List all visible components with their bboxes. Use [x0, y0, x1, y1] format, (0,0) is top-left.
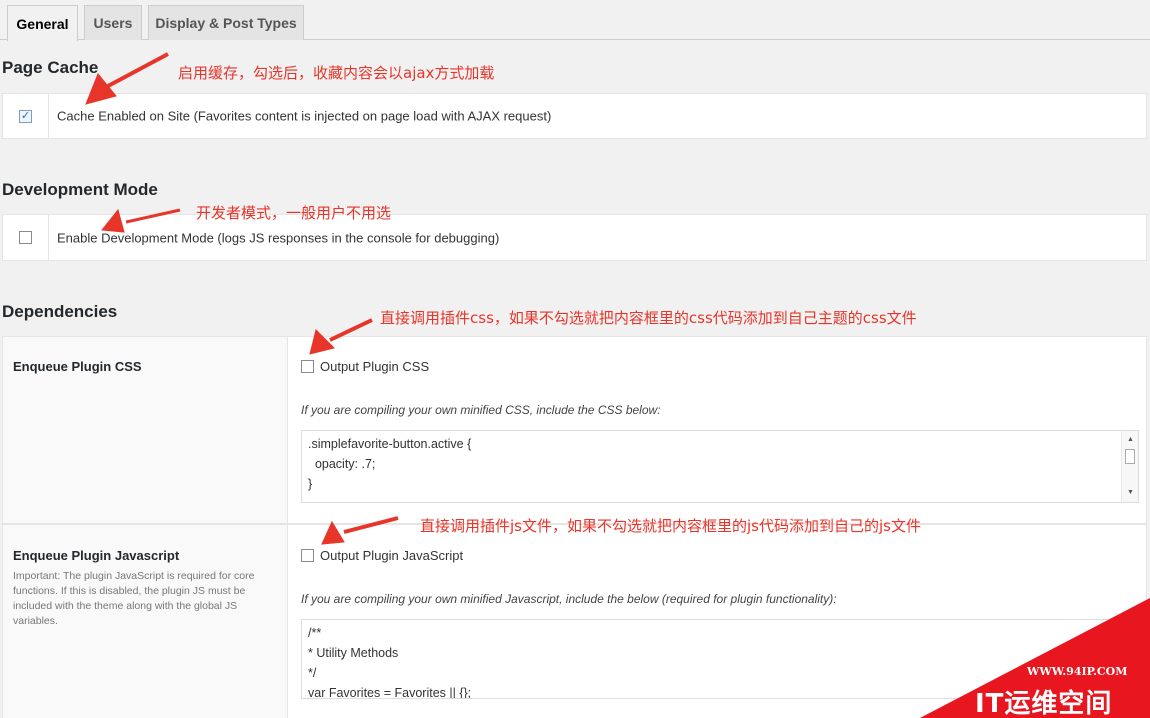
code-line: * Utility Methods: [308, 646, 399, 660]
code-line: .simplefavorite-button.active {: [308, 437, 472, 451]
js-hint: If you are compiling your own minified J…: [301, 592, 837, 606]
output-css-label: Output Plugin CSS: [320, 359, 430, 374]
scroll-thumb[interactable]: [1125, 449, 1135, 464]
dependencies-heading: Dependencies: [2, 302, 118, 321]
arrow-line: [107, 52, 169, 88]
css-dependency-title: Enqueue Plugin CSS: [13, 359, 142, 374]
page-cache-checkbox-cell: ✓: [3, 94, 49, 138]
output-js-checkbox[interactable]: [301, 549, 314, 562]
scroll-down-icon[interactable]: ▼: [1122, 486, 1138, 500]
css-annotation: 直接调用插件css，如果不勾选就把内容框里的css代码添加到自己主题的css文件: [380, 309, 917, 327]
dev-mode-checkbox-cell: [3, 215, 49, 260]
page-cache-annotation: 启用缓存，勾选后，收藏内容会以ajax方式加载: [178, 64, 495, 82]
output-js-option[interactable]: Output Plugin JavaScript: [301, 548, 463, 563]
css-hint: If you are compiling your own minified C…: [301, 403, 661, 417]
tab-users[interactable]: Users: [84, 5, 142, 40]
js-dependency-label-cell: Enqueue Plugin Javascript Important: The…: [3, 525, 288, 718]
dev-mode-label: Enable Development Mode (logs JS respons…: [57, 230, 500, 245]
dev-mode-heading: Development Mode: [2, 180, 158, 199]
js-dependency-description: Important: The plugin JavaScript is requ…: [13, 570, 255, 627]
code-line: opacity: .7;: [308, 457, 376, 471]
settings-tabs: General Users Display & Post Types: [0, 0, 1150, 41]
tab-general[interactable]: General: [7, 5, 78, 41]
tab-display-post-types[interactable]: Display & Post Types: [148, 5, 304, 40]
page-cache-heading: Page Cache: [2, 58, 99, 77]
output-js-label: Output Plugin JavaScript: [320, 548, 464, 563]
dev-mode-checkbox[interactable]: [19, 231, 32, 244]
code-line: }: [308, 477, 313, 491]
js-annotation: 直接调用插件js文件，如果不勾选就把内容框里的js代码添加到自己的js文件: [420, 517, 921, 535]
css-code-scrollbar[interactable]: ▲ ▼: [1121, 431, 1138, 502]
watermark-url: WWW.94IP.COM: [1027, 665, 1128, 678]
page-cache-row: ✓ Cache Enabled on Site (Favorites conte…: [2, 93, 1147, 139]
dev-mode-annotation: 开发者模式，一般用户不用选: [196, 204, 392, 222]
css-dependency-settings: Output Plugin CSS If you are compiling y…: [289, 337, 1146, 523]
page-cache-checkbox[interactable]: ✓: [19, 109, 32, 123]
code-line: */: [308, 666, 317, 680]
dev-mode-row: Enable Development Mode (logs JS respons…: [2, 214, 1147, 261]
css-dependency-label-cell: Enqueue Plugin CSS: [3, 337, 288, 523]
css-dependency-row: Enqueue Plugin CSS Output Plugin CSS If …: [2, 336, 1147, 524]
css-code-textarea[interactable]: .simplefavorite-button.active { opacity:…: [301, 430, 1139, 503]
watermark-brand: IT运维空间: [975, 689, 1113, 718]
scroll-up-icon[interactable]: ▲: [1122, 433, 1138, 447]
js-dependency-title: Enqueue Plugin Javascript: [13, 548, 180, 563]
page-cache-label: Cache Enabled on Site (Favorites content…: [57, 108, 552, 124]
output-css-option[interactable]: Output Plugin CSS: [301, 359, 429, 374]
code-line: /**: [308, 626, 322, 640]
output-css-checkbox[interactable]: [301, 360, 314, 373]
